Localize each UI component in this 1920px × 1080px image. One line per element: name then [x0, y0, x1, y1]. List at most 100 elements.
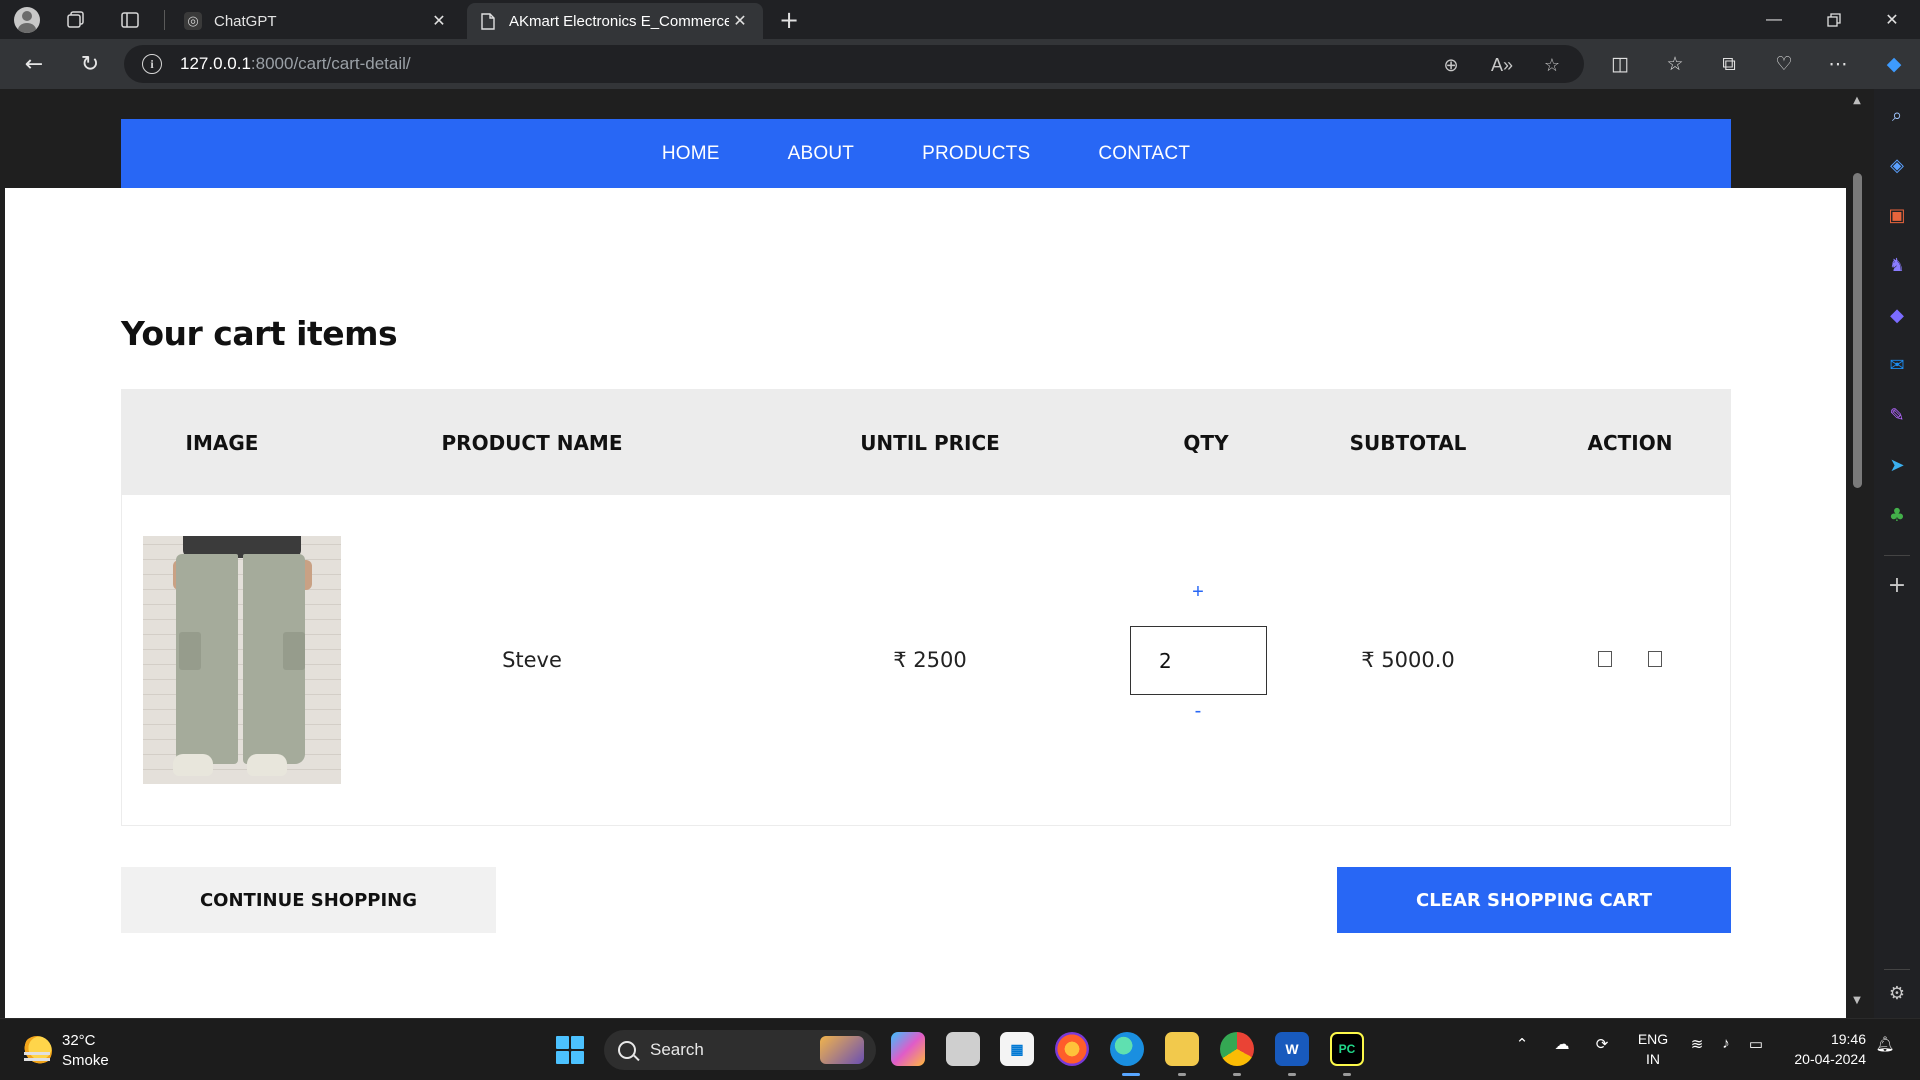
- onedrive-cloud-icon[interactable]: ☁: [1550, 1035, 1574, 1053]
- tab-akmart[interactable]: AKmart Electronics E_Commerce ✕: [467, 3, 763, 39]
- outlook-icon[interactable]: ✉: [1883, 351, 1911, 379]
- more-menu-icon[interactable]: ⋯: [1822, 48, 1854, 80]
- nav-contact[interactable]: CONTACT: [1098, 143, 1190, 165]
- url-text[interactable]: 127.0.0.1:8000/cart/cart-detail/: [180, 54, 411, 74]
- settings-gear-icon[interactable]: ⚙: [1883, 979, 1911, 1007]
- games-icon[interactable]: ♞: [1883, 251, 1911, 279]
- search-icon: [618, 1041, 636, 1059]
- search-icon[interactable]: ⌕: [1883, 101, 1911, 129]
- wifi-icon[interactable]: ≋: [1686, 1035, 1708, 1053]
- tools-icon[interactable]: ▣: [1883, 201, 1911, 229]
- read-aloud-icon[interactable]: A»: [1489, 52, 1515, 78]
- header-image: IMAGE: [185, 430, 259, 455]
- continue-shopping-button[interactable]: CONTINUE SHOPPING: [121, 867, 496, 933]
- word-icon[interactable]: W: [1275, 1032, 1309, 1066]
- system-clock[interactable]: 19:46 20-04-2024: [1794, 1029, 1866, 1069]
- firefox-icon[interactable]: [1055, 1032, 1089, 1066]
- sidebar-divider: [1884, 969, 1910, 970]
- workspaces-icon[interactable]: [62, 6, 90, 34]
- file-explorer-icon[interactable]: [1165, 1032, 1199, 1066]
- unit-price: ₹ 2500: [893, 648, 967, 672]
- close-tab-icon[interactable]: ✕: [729, 10, 751, 32]
- header-action: ACTION: [1587, 430, 1673, 455]
- site-info-icon[interactable]: i: [142, 54, 162, 74]
- ms-store-icon[interactable]: ▦: [1000, 1032, 1034, 1066]
- back-arrow-icon[interactable]: ←: [18, 48, 50, 80]
- qty-input[interactable]: [1130, 626, 1267, 695]
- tab-title: ChatGPT: [214, 12, 277, 30]
- designer-icon[interactable]: ✎: [1883, 401, 1911, 429]
- sidebar-divider: [1884, 555, 1910, 556]
- scroll-down-icon[interactable]: ▼: [1850, 995, 1864, 1007]
- cargo-pants-photo-icon[interactable]: [143, 536, 341, 784]
- pycharm-icon[interactable]: PC: [1330, 1032, 1364, 1066]
- language-indicator[interactable]: ENG IN: [1636, 1029, 1670, 1069]
- chrome-icon[interactable]: [1220, 1032, 1254, 1066]
- scrollbar-thumb[interactable]: [1853, 173, 1862, 488]
- table-header: IMAGE PRODUCT NAME UNTIL PRICE QTY SUBTO…: [122, 390, 1730, 495]
- page-favicon-icon: [479, 12, 497, 30]
- volume-icon[interactable]: ♪: [1715, 1035, 1737, 1052]
- qty-decrease-button[interactable]: -: [1183, 700, 1213, 723]
- app-running-indicator: [1178, 1073, 1186, 1076]
- tree-icon[interactable]: ♣: [1883, 501, 1911, 529]
- search-highlight-icon: [820, 1036, 864, 1064]
- chatgpt-favicon-icon: ◎: [184, 12, 202, 30]
- profile-avatar[interactable]: [13, 6, 41, 34]
- browser-tab-strip: ◎ ChatGPT ✕ AKmart Electronics E_Commerc…: [0, 0, 1920, 39]
- tray-chevron-icon[interactable]: ⌃: [1512, 1035, 1532, 1053]
- search-label: Search: [650, 1040, 704, 1059]
- windows-start-icon[interactable]: [556, 1036, 584, 1064]
- cart-table: IMAGE PRODUCT NAME UNTIL PRICE QTY SUBTO…: [121, 389, 1731, 826]
- remove-item-icon[interactable]: [1648, 651, 1662, 667]
- restore-icon[interactable]: [1806, 0, 1862, 39]
- copilot-app-icon[interactable]: [891, 1032, 925, 1066]
- nav-home[interactable]: HOME: [662, 143, 720, 165]
- tab-chatgpt[interactable]: ◎ ChatGPT ✕: [172, 3, 462, 39]
- refresh-icon[interactable]: ↻: [74, 48, 106, 80]
- clock-time: 19:46: [1830, 1031, 1866, 1047]
- header-qty: QTY: [1183, 430, 1229, 455]
- close-window-icon[interactable]: ✕: [1864, 0, 1920, 39]
- weather-sun-icon: [22, 1036, 52, 1066]
- battery-icon[interactable]: ▭: [1745, 1035, 1767, 1053]
- weather-widget[interactable]: 32°C Smoke: [22, 1031, 109, 1071]
- send-icon[interactable]: ➤: [1883, 451, 1911, 479]
- collections-icon[interactable]: ⧉: [1713, 48, 1745, 80]
- new-tab-icon[interactable]: +: [775, 6, 803, 34]
- edit-item-icon[interactable]: [1598, 651, 1612, 667]
- nav-products[interactable]: PRODUCTS: [922, 143, 1030, 165]
- edge-sidebar: ⌕ ◈ ▣ ♞ ◆ ✉ ✎ ➤ ♣ + ⚙: [1874, 89, 1920, 1018]
- qty-increase-button[interactable]: +: [1183, 581, 1213, 604]
- favorites-icon[interactable]: ☆: [1659, 48, 1691, 80]
- scroll-up-icon[interactable]: ▲: [1850, 95, 1864, 107]
- copilot-icon[interactable]: ◆: [1878, 48, 1910, 80]
- weather-temp: 32°C: [62, 1032, 96, 1049]
- notification-bell-icon[interactable]: 🔔︎: [1874, 1035, 1896, 1053]
- split-screen-icon[interactable]: ◫: [1604, 48, 1636, 80]
- page-scrollbar[interactable]: ▲ ▼: [1846, 89, 1868, 1018]
- header-unit-price: UNTIL PRICE: [860, 430, 1000, 455]
- sync-icon[interactable]: ⟳: [1590, 1035, 1614, 1053]
- browser-essentials-icon[interactable]: ♡: [1768, 48, 1800, 80]
- close-tab-icon[interactable]: ✕: [428, 10, 450, 32]
- header-subtotal: SUBTOTAL: [1349, 430, 1467, 455]
- nav-about[interactable]: ABOUT: [788, 143, 854, 165]
- app-running-indicator: [1288, 1073, 1296, 1076]
- windows-taskbar: 32°C Smoke Search ▦ W PC ⌃ ☁ ⟳ ENG IN ≋ …: [0, 1018, 1920, 1080]
- address-bar[interactable]: i 127.0.0.1:8000/cart/cart-detail/ ⊕ A» …: [124, 45, 1584, 83]
- weather-desc: Smoke: [62, 1052, 109, 1069]
- taskbar-search[interactable]: Search: [604, 1030, 876, 1070]
- tab-actions-icon[interactable]: [116, 6, 144, 34]
- app-running-indicator: [1343, 1073, 1351, 1076]
- product-name: Steve: [502, 648, 562, 672]
- task-view-icon[interactable]: [946, 1032, 980, 1066]
- shopping-tag-icon[interactable]: ◈: [1883, 151, 1911, 179]
- minimize-icon[interactable]: —: [1746, 0, 1802, 39]
- clear-cart-button[interactable]: CLEAR SHOPPING CART: [1337, 867, 1731, 933]
- favorite-star-icon[interactable]: ☆: [1539, 52, 1565, 78]
- add-icon[interactable]: +: [1883, 571, 1911, 599]
- copilot-sidebar-icon[interactable]: ◆: [1883, 301, 1911, 329]
- zoom-icon[interactable]: ⊕: [1438, 52, 1464, 78]
- edge-icon[interactable]: [1110, 1032, 1144, 1066]
